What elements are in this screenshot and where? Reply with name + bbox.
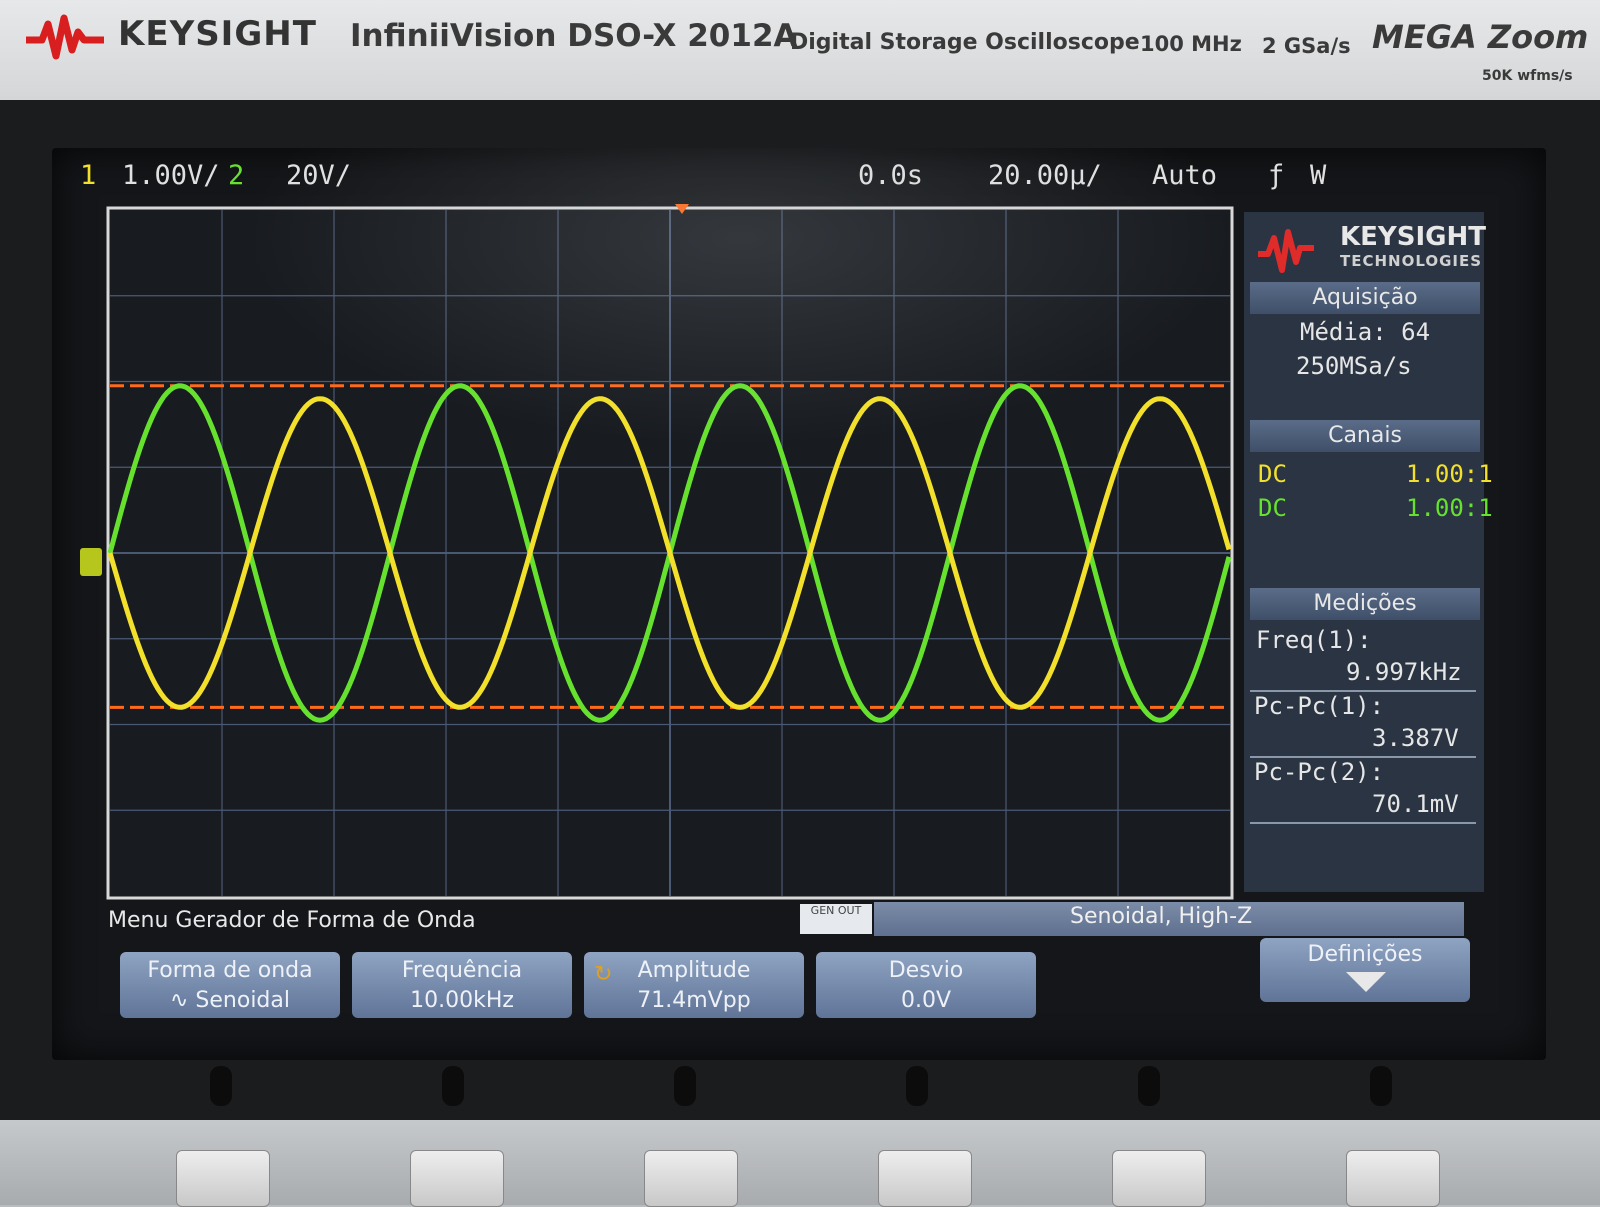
- brand-name: KEYSIGHT: [118, 14, 317, 54]
- ch2-probe-ratio: 1.00:1: [1406, 494, 1493, 522]
- ground-marker-icon[interactable]: [80, 548, 102, 576]
- measurement-value: 9.997kHz: [1346, 658, 1462, 686]
- keysight-logo-icon: [26, 14, 104, 60]
- ch1-scale: 1.00V/: [122, 160, 220, 191]
- bezel-slot: [1138, 1066, 1160, 1106]
- softkey-label: Forma de onda: [147, 958, 313, 983]
- ch2-scale: 20V/: [286, 160, 352, 191]
- bezel-slot: [674, 1066, 696, 1106]
- softkey-amplitude[interactable]: ↻ Amplitude 71.4mVpp: [584, 952, 804, 1018]
- softkey-hardware-button-2[interactable]: [410, 1150, 504, 1207]
- panel-brand-sub: TECHNOLOGIES: [1340, 252, 1483, 270]
- menu-title: Menu Gerador de Forma de Onda: [108, 908, 476, 933]
- measurement-divider: [1250, 822, 1476, 824]
- trigger-channel: W: [1310, 160, 1327, 191]
- softkey-hardware-button-1[interactable]: [176, 1150, 270, 1207]
- softkey-hardware-button-3[interactable]: [644, 1150, 738, 1207]
- softkey-hardware-button-6[interactable]: [1346, 1150, 1440, 1207]
- measurement-label: Pc-Pc(2):: [1254, 758, 1385, 786]
- acquisition-mode: Média: 64: [1300, 318, 1431, 346]
- trigger-edge-icon: ƒ: [1268, 160, 1285, 191]
- softkey-label: Amplitude: [637, 958, 751, 983]
- trigger-mode: Auto: [1152, 160, 1218, 191]
- gen-out-indicator: GEN OUT: [800, 904, 872, 934]
- model-description: Digital Storage Oscilloscope: [790, 30, 1140, 55]
- ch1-probe-ratio: 1.00:1: [1406, 460, 1493, 488]
- time-position: 0.0s: [858, 160, 924, 191]
- softkey-value: 10.00kHz: [410, 988, 514, 1013]
- softkey-value: 71.4mVpp: [637, 988, 751, 1013]
- measurement-label: Freq(1):: [1256, 626, 1372, 654]
- time-scale: 20.00µ/: [988, 160, 1102, 191]
- softkey-settings-label: Definições: [1307, 942, 1423, 967]
- bezel-slot: [210, 1066, 232, 1106]
- channels-header[interactable]: Canais: [1250, 420, 1480, 452]
- arrow-down-icon: [1346, 972, 1386, 992]
- softkey-waveform[interactable]: Forma de onda ∿ Senoidal: [120, 952, 340, 1018]
- measurements-header[interactable]: Medições: [1250, 588, 1480, 620]
- softkey-offset[interactable]: Desvio 0.0V: [816, 952, 1036, 1018]
- keysight-panel-logo-icon: [1258, 229, 1314, 273]
- acquisition-rate: 250MSa/s: [1296, 352, 1412, 380]
- softkey-value: 0.0V: [900, 988, 952, 1013]
- ch1-coupling: DC: [1258, 460, 1287, 488]
- ch2-number: 2: [228, 160, 245, 191]
- waveform-area[interactable]: [100, 200, 1240, 900]
- instrument-top-bezel: KEYSIGHT InfiniiVision DSO-X 2012A Digit…: [0, 0, 1600, 102]
- softkey-label: Frequência: [401, 958, 523, 983]
- measurement-label: Pc-Pc(1):: [1254, 692, 1385, 720]
- softkey-label: Desvio: [888, 958, 964, 983]
- ch2-coupling: DC: [1258, 494, 1287, 522]
- ch1-number: 1: [80, 160, 97, 191]
- softkey-value: ∿ Senoidal: [169, 988, 290, 1013]
- megazoom-subtitle: 50K wfms/s: [1482, 68, 1573, 84]
- megazoom-logo: MEGA Zoom: [1372, 18, 1589, 56]
- generator-wave-status: Senoidal, High-Z: [1070, 904, 1253, 929]
- bezel-slot: [1370, 1066, 1392, 1106]
- acquisition-header[interactable]: Aquisição: [1250, 282, 1480, 314]
- bezel-slot: [442, 1066, 464, 1106]
- softkey-hardware-button-5[interactable]: [1112, 1150, 1206, 1207]
- bezel-slot: [906, 1066, 928, 1106]
- measurement-value: 3.387V: [1372, 724, 1459, 752]
- sample-rate-spec: 2 GSa/s: [1262, 34, 1351, 58]
- measurement-value: 70.1mV: [1372, 790, 1459, 818]
- model-name: InfiniiVision DSO-X 2012A: [350, 18, 798, 54]
- panel-brand: KEYSIGHT: [1340, 222, 1486, 252]
- waveform-display[interactable]: [100, 200, 1240, 900]
- softkey-hardware-button-4[interactable]: [878, 1150, 972, 1207]
- softkey-settings[interactable]: Definições: [1260, 938, 1470, 1002]
- bandwidth-spec: 100 MHz: [1140, 32, 1242, 56]
- softkey-frequency[interactable]: Frequência 10.00kHz: [352, 952, 572, 1018]
